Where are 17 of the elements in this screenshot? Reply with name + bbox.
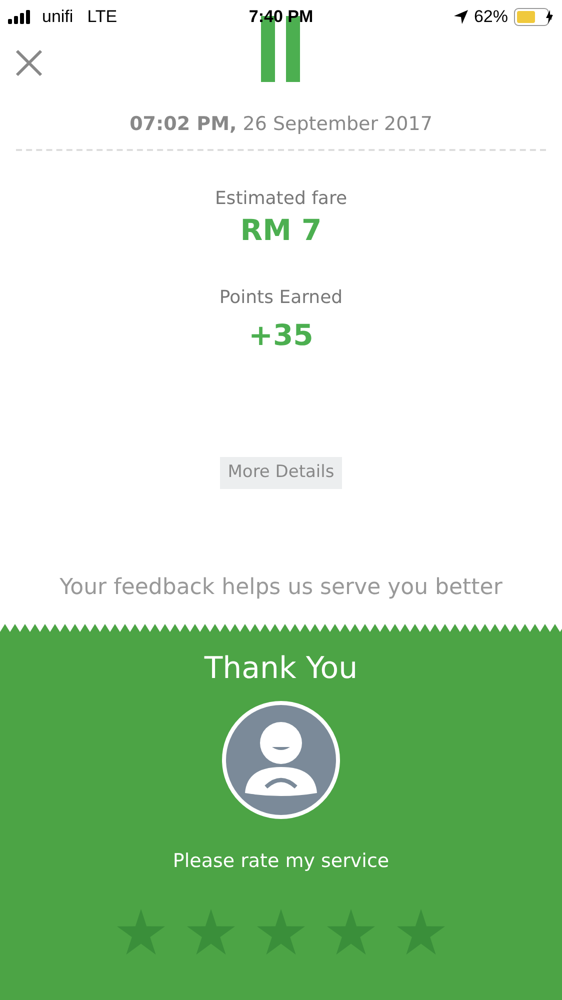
points-label: Points Earned: [219, 286, 343, 310]
location-arrow-icon: [454, 10, 468, 24]
carrier-name: unifi: [42, 6, 74, 28]
points-amount: +35: [248, 316, 314, 352]
rating-prompt: Please rate my service: [172, 848, 390, 874]
battery-percentage: 62%: [474, 6, 508, 28]
more-details-button[interactable]: More Details: [220, 456, 342, 488]
network-type: LTE: [87, 6, 118, 28]
battery-icon: [514, 8, 554, 26]
close-icon[interactable]: [14, 48, 44, 78]
trip-datetime: 07:02 PM, 26 September 2017: [130, 112, 432, 137]
avatar-icon: [222, 700, 340, 818]
fare-label: Estimated fare: [214, 186, 348, 210]
feedback-message: Your feedback helps us serve you better: [60, 574, 502, 602]
thank-you-title: Thank You: [204, 650, 358, 688]
status-time: 7:40 PM: [248, 6, 314, 28]
fare-amount: RM 7: [240, 212, 322, 248]
